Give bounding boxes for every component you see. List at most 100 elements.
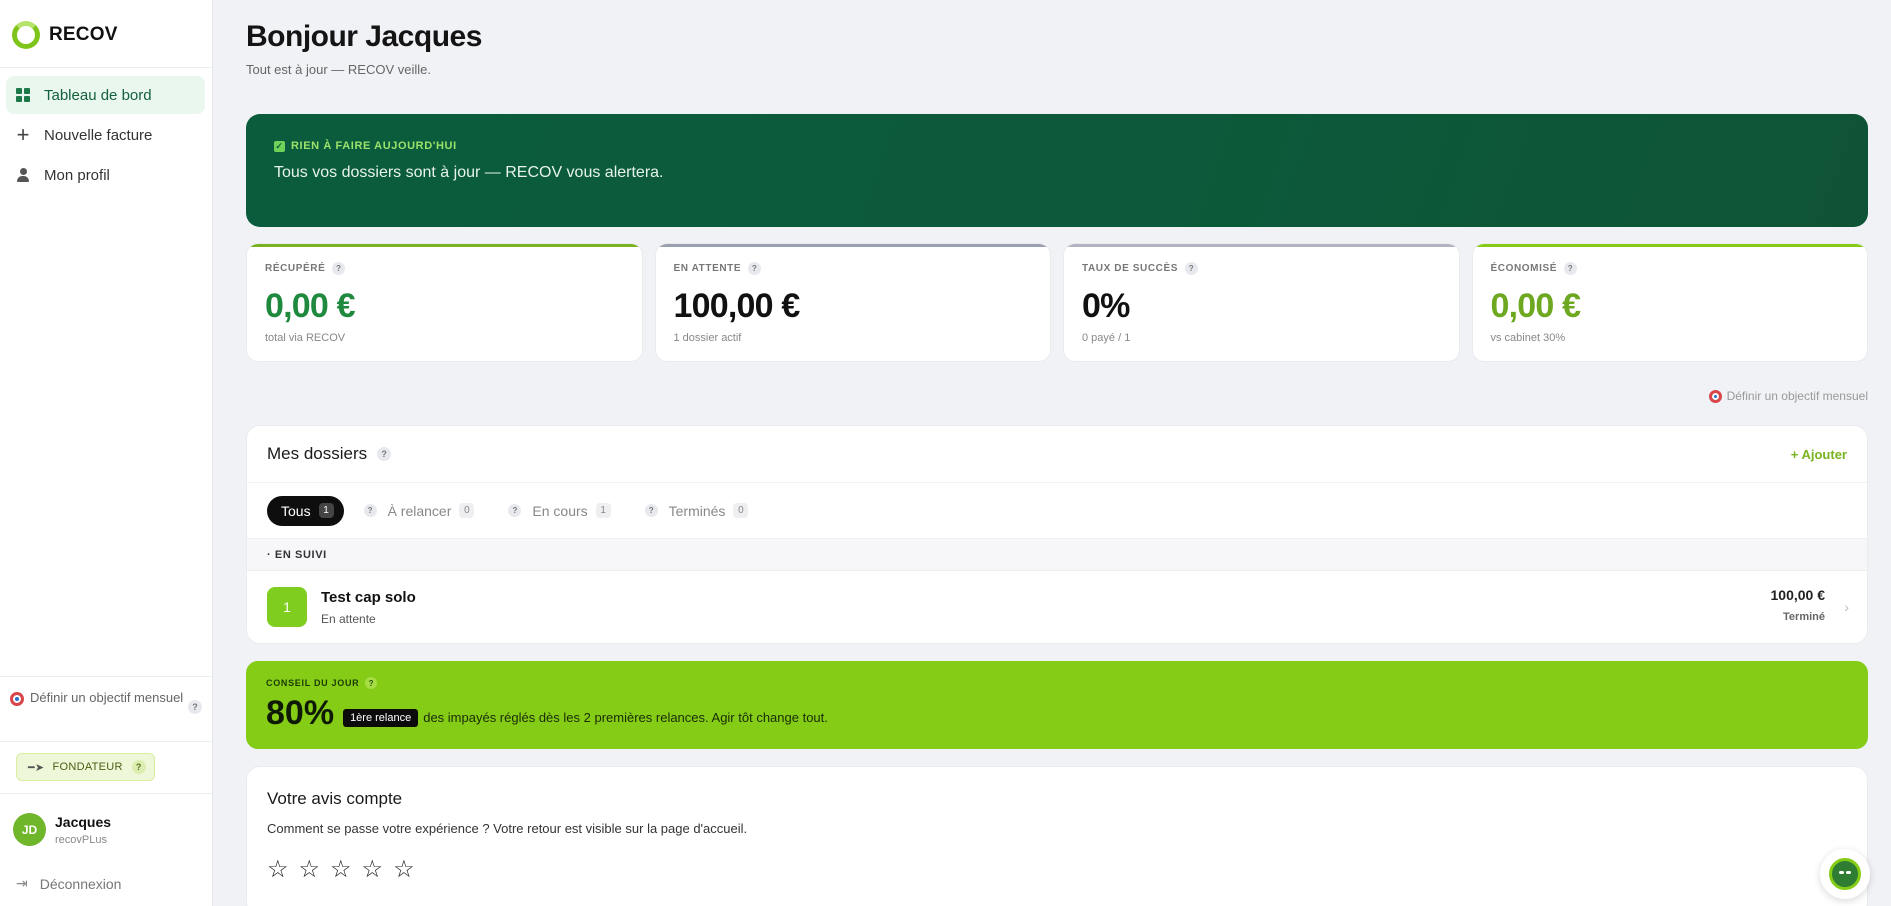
dossier-row[interactable]: 1 Test cap solo En attente 100,00 € Term… <box>247 571 1867 643</box>
stat-label-text: TAUX DE SUCCÈS <box>1082 263 1179 274</box>
tab-label: À relancer <box>387 502 452 519</box>
check-icon: ✓ <box>274 140 285 152</box>
dossier-summary: 100,00 € Terminé <box>1771 587 1826 623</box>
recov-logo-icon <box>12 21 40 49</box>
logout-icon: ⇥ <box>16 875 28 891</box>
logout-button[interactable]: ⇥ Déconnexion <box>16 875 121 892</box>
stat-label: RÉCUPÉRÉ? <box>265 262 624 275</box>
tab-count: 0 <box>459 503 475 518</box>
stat-label: EN ATTENTE? <box>674 262 1033 275</box>
stat-value: 0,00 € <box>265 287 356 325</box>
page-title: Bonjour Jacques <box>246 20 482 53</box>
tab-label: Terminés <box>668 502 726 519</box>
founder-badge[interactable]: ━➤ FONDATEUR ? <box>16 753 155 781</box>
stat-value: 100,00 € <box>673 287 801 325</box>
sidebar-item-profile[interactable]: Mon profil <box>6 156 205 194</box>
sidebar-nav: Tableau de bord + Nouvelle facture Mon p… <box>6 76 205 196</box>
divider <box>0 793 212 794</box>
feedback-panel: Votre avis compte Comment se passe votre… <box>246 766 1868 906</box>
goal-label: Définir un objectif mensuel <box>30 690 184 705</box>
sidebar-goal-link[interactable]: Définir un objectif mensuel ? <box>10 688 202 714</box>
founder-label: FONDATEUR <box>52 761 123 773</box>
tip-text: des impayés réglés dès les 2 premières r… <box>423 710 828 725</box>
sidebar-item-label: Mon profil <box>44 166 110 184</box>
help-icon[interactable]: ? <box>365 677 378 689</box>
help-icon[interactable]: ? <box>131 760 146 774</box>
help-icon[interactable]: ? <box>508 504 522 517</box>
stat-value: 0% <box>1082 287 1130 325</box>
target-icon <box>10 692 24 706</box>
dossier-number: 1 <box>267 587 307 627</box>
logout-label: Déconnexion <box>39 875 122 892</box>
help-icon[interactable]: ? <box>377 447 392 461</box>
user-icon <box>16 168 30 182</box>
tip-figure: 80% <box>266 694 335 732</box>
feedback-subtitle: Comment se passe votre expérience ? Votr… <box>267 821 748 836</box>
dossier-state: Terminé <box>1783 611 1825 623</box>
tip-tag-label: CONSEIL DU JOUR <box>266 678 360 688</box>
stat-card-success-rate: TAUX DE SUCCÈS? 0% 0 payé / 1 <box>1063 243 1460 362</box>
stat-sub: vs cabinet 30% <box>1490 332 1566 344</box>
help-icon[interactable]: ? <box>332 262 346 275</box>
stat-sub: 1 dossier actif <box>673 332 742 344</box>
divider <box>0 741 212 742</box>
bot-icon <box>1829 858 1861 890</box>
divider <box>0 67 212 68</box>
set-goal-link[interactable]: Définir un objectif mensuel <box>1708 389 1868 403</box>
brand[interactable]: RECOV <box>12 20 118 50</box>
status-tag-label: RIEN À FAIRE AUJOURD'HUI <box>291 140 457 152</box>
help-icon[interactable]: ? <box>188 700 202 714</box>
target-icon <box>1708 389 1722 403</box>
stats-row: RÉCUPÉRÉ? 0,00 € total via RECOV EN ATTE… <box>246 243 1868 362</box>
sidebar: RECOV Tableau de bord + Nouvelle facture… <box>0 0 213 906</box>
status-tag: ✓ RIEN À FAIRE AUJOURD'HUI <box>274 140 1840 152</box>
sidebar-item-dashboard[interactable]: Tableau de bord <box>6 76 205 114</box>
add-dossier-button[interactable]: + Ajouter <box>1791 447 1847 462</box>
user-name: Jacques <box>55 813 112 830</box>
avatar: JD <box>13 813 46 846</box>
tab-finished[interactable]: ? Terminés 0 <box>644 502 749 519</box>
dossiers-panel: Mes dossiers ? + Ajouter Tous 1 ? À rela… <box>246 425 1868 644</box>
tab-label: En cours <box>532 502 588 519</box>
stat-sub: 0 payé / 1 <box>1082 332 1131 344</box>
tab-all[interactable]: Tous 1 <box>267 495 344 526</box>
dossier-tabs: Tous 1 ? À relancer 0 ? En cours 1 ? Ter… <box>247 483 1867 539</box>
stat-card-pending: EN ATTENTE? 100,00 € 1 dossier actif <box>654 243 1051 362</box>
tip-tag: CONSEIL DU JOUR ? <box>266 677 1848 689</box>
sidebar-item-new-invoice[interactable]: + Nouvelle facture <box>6 116 205 154</box>
help-icon[interactable]: ? <box>1185 262 1199 275</box>
dossier-status: En attente <box>321 611 376 626</box>
stat-label: TAUX DE SUCCÈS? <box>1082 262 1441 275</box>
chat-assistant-button[interactable] <box>1820 849 1870 899</box>
star-icon[interactable]: ☆ <box>330 858 352 882</box>
stat-card-saved: ÉCONOMISÉ? 0,00 € vs cabinet 30% <box>1471 243 1868 362</box>
stat-label-text: EN ATTENTE <box>673 263 742 274</box>
tip-body: 80% 1ère relance des impayés réglés dès … <box>266 694 1848 733</box>
help-icon[interactable]: ? <box>644 504 658 517</box>
dossier-amount: 100,00 € <box>1770 587 1826 603</box>
section-label: · EN SUIVI <box>247 539 1867 571</box>
dossier-title: Test cap solo <box>321 588 416 606</box>
sidebar-item-label: Nouvelle facture <box>44 126 153 144</box>
help-icon[interactable]: ? <box>1564 262 1578 275</box>
tab-to-remind[interactable]: ? À relancer 0 <box>363 502 475 519</box>
plus-icon: + <box>16 122 30 147</box>
stat-label-text: ÉCONOMISÉ <box>1490 263 1558 274</box>
star-icon[interactable]: ☆ <box>299 858 321 882</box>
dossiers-title-text: Mes dossiers <box>267 444 368 463</box>
rocket-icon: ━➤ <box>28 761 45 774</box>
tab-in-progress[interactable]: ? En cours 1 <box>508 502 611 519</box>
grid-icon <box>16 88 30 102</box>
help-icon[interactable]: ? <box>748 262 762 275</box>
user-profile[interactable]: JD Jacques recovPLus <box>13 813 111 846</box>
user-plan: recovPLus <box>55 833 107 846</box>
help-icon[interactable]: ? <box>363 504 377 517</box>
star-icon[interactable]: ☆ <box>362 858 384 882</box>
tab-count: 1 <box>318 503 334 518</box>
daily-tip: CONSEIL DU JOUR ? 80% 1ère relance des i… <box>246 661 1868 749</box>
star-icon[interactable]: ☆ <box>267 858 289 882</box>
stat-sub: total via RECOV <box>265 332 346 344</box>
star-icon[interactable]: ☆ <box>393 858 415 882</box>
stat-label: ÉCONOMISÉ? <box>1491 262 1850 275</box>
set-goal-label: Définir un objectif mensuel <box>1726 389 1868 403</box>
